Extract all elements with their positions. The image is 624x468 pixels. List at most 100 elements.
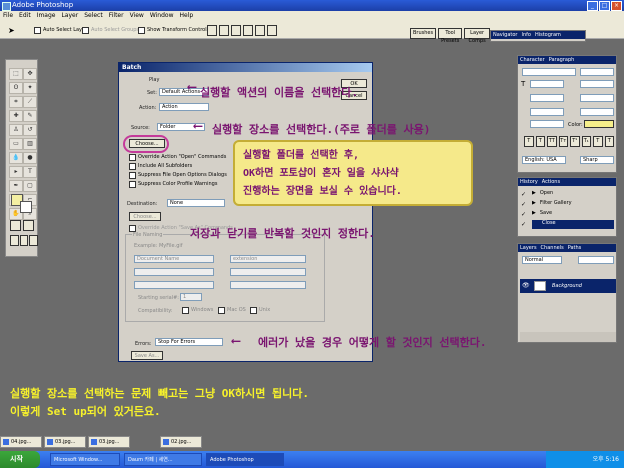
- superscript-icon[interactable]: T¹: [570, 136, 580, 147]
- font-style-select[interactable]: [580, 68, 614, 76]
- kerning-input[interactable]: [530, 94, 564, 102]
- taskbar-item-active[interactable]: Adobe Photoshop: [206, 453, 284, 466]
- standard-mode-icon[interactable]: [10, 220, 21, 231]
- layer-row-background[interactable]: 👁 Background: [520, 279, 616, 293]
- blend-mode-select[interactable]: Normal: [522, 256, 562, 264]
- errors-select[interactable]: Stop For Errors: [155, 338, 223, 346]
- menu-edit[interactable]: Edit: [19, 11, 31, 21]
- tab-layer-comps[interactable]: Layer Comps: [464, 28, 490, 44]
- action-item-filter-gallery[interactable]: ▶ Filter Gallery: [532, 200, 572, 206]
- opacity-input[interactable]: [578, 256, 614, 264]
- small-caps-icon[interactable]: Tт: [558, 136, 568, 147]
- text-color-swatch[interactable]: [584, 120, 614, 128]
- save-as-button[interactable]: Save As...: [131, 351, 163, 360]
- menu-image[interactable]: Image: [37, 11, 56, 21]
- close-button[interactable]: ×: [611, 1, 622, 11]
- show-transform-checkbox[interactable]: Show Transform Controls: [138, 26, 209, 34]
- subscript-icon[interactable]: T₁: [581, 136, 591, 147]
- slice-tool-icon[interactable]: ⟋: [23, 96, 37, 108]
- suppress-color-checkbox[interactable]: Suppress Color Profile Warnings: [129, 180, 217, 188]
- path-select-icon[interactable]: ▸: [9, 166, 23, 178]
- eye-icon[interactable]: 👁: [522, 282, 530, 289]
- align-icon[interactable]: [255, 25, 265, 36]
- menu-help[interactable]: Help: [180, 11, 194, 21]
- faux-italic-icon[interactable]: T: [535, 136, 545, 147]
- menu-view[interactable]: View: [130, 11, 144, 21]
- menu-window[interactable]: Window: [150, 11, 174, 21]
- move-tool-icon[interactable]: ✥: [23, 68, 37, 80]
- background-color-swatch[interactable]: [20, 201, 32, 213]
- strikethrough-icon[interactable]: T: [604, 136, 614, 147]
- destination-select[interactable]: None: [167, 199, 225, 207]
- filename-part-4-select[interactable]: [230, 268, 306, 276]
- all-caps-icon[interactable]: TT: [547, 136, 557, 147]
- tab-histogram[interactable]: Histogram: [535, 31, 561, 39]
- crop-tool-icon[interactable]: ⌗: [9, 96, 23, 108]
- leading-input[interactable]: [580, 80, 614, 88]
- gradient-tool-icon[interactable]: ▥: [23, 138, 37, 150]
- vertical-scale-input[interactable]: [530, 108, 564, 116]
- move-tool-icon[interactable]: ➤: [8, 26, 15, 35]
- auto-select-checkbox[interactable]: Auto Select Layer: [34, 26, 87, 34]
- tab-info[interactable]: Info: [521, 31, 530, 39]
- pen-tool-icon[interactable]: ✒: [9, 180, 23, 192]
- screen-mode-icon[interactable]: [29, 235, 39, 246]
- menu-layer[interactable]: Layer: [61, 11, 78, 21]
- font-family-select[interactable]: [522, 68, 576, 76]
- tab-channels[interactable]: Channels: [541, 244, 564, 252]
- brush-tool-icon[interactable]: ✎: [23, 110, 37, 122]
- starting-serial-input[interactable]: 1: [180, 293, 202, 301]
- align-icon[interactable]: [267, 25, 277, 36]
- menu-file[interactable]: File: [3, 11, 13, 21]
- screen-mode-icon[interactable]: [19, 235, 29, 246]
- tab-paths[interactable]: Paths: [568, 244, 582, 252]
- action-item-close[interactable]: Close: [532, 220, 614, 229]
- filename-part-2-select[interactable]: extension: [230, 255, 306, 263]
- marquee-tool-icon[interactable]: ⬚: [9, 68, 23, 80]
- action-item-save[interactable]: ▶ Save: [532, 210, 552, 216]
- check-icon[interactable]: ✓: [521, 201, 526, 208]
- tab-character[interactable]: Character: [520, 56, 545, 64]
- start-button[interactable]: 시작: [0, 451, 40, 468]
- type-tool-icon[interactable]: T: [23, 166, 37, 178]
- tab-paragraph[interactable]: Paragraph: [549, 56, 575, 64]
- align-icon[interactable]: [243, 25, 253, 36]
- history-brush-icon[interactable]: ↺: [23, 124, 37, 136]
- minimized-doc[interactable]: 03.jpg...: [88, 436, 130, 448]
- maximize-button[interactable]: □: [599, 1, 610, 11]
- magic-wand-icon[interactable]: ✦: [23, 82, 37, 94]
- align-icon[interactable]: [207, 25, 217, 36]
- underline-icon[interactable]: T: [593, 136, 603, 147]
- lasso-tool-icon[interactable]: ʘ: [9, 82, 23, 94]
- dodge-tool-icon[interactable]: ●: [23, 152, 37, 164]
- include-subfolders-checkbox[interactable]: Include All Subfolders: [129, 162, 192, 170]
- minimize-button[interactable]: _: [587, 1, 598, 11]
- eraser-tool-icon[interactable]: ▭: [9, 138, 23, 150]
- minimized-doc[interactable]: 02.jpg...: [160, 436, 202, 448]
- tab-navigator[interactable]: Navigator: [493, 31, 517, 39]
- horizontal-scale-input[interactable]: [580, 108, 614, 116]
- minimized-doc[interactable]: 04.jpg...: [0, 436, 42, 448]
- filename-part-5-select[interactable]: [134, 281, 214, 289]
- tab-layers[interactable]: Layers: [520, 244, 537, 252]
- screen-mode-icon[interactable]: [10, 235, 19, 246]
- taskbar-item[interactable]: Microsoft Window...: [50, 453, 120, 466]
- shape-tool-icon[interactable]: ▢: [23, 180, 37, 192]
- unix-checkbox[interactable]: Unix: [250, 306, 270, 314]
- check-icon[interactable]: ✓: [521, 221, 526, 228]
- language-select[interactable]: English: USA: [522, 156, 566, 164]
- taskbar-item[interactable]: Daum 카페 | 세연...: [124, 453, 202, 466]
- quickmask-mode-icon[interactable]: [23, 220, 34, 231]
- suppress-open-checkbox[interactable]: Suppress File Open Options Dialogs: [129, 171, 227, 179]
- tab-history[interactable]: History: [520, 178, 538, 186]
- filename-part-6-select[interactable]: [230, 281, 306, 289]
- minimized-doc[interactable]: 03.jpg...: [44, 436, 86, 448]
- baseline-shift-input[interactable]: [530, 120, 564, 128]
- override-open-checkbox[interactable]: Override Action "Open" Commands: [129, 153, 226, 161]
- antialias-select[interactable]: Sharp: [580, 156, 614, 164]
- blur-tool-icon[interactable]: 💧: [9, 152, 23, 164]
- menu-select[interactable]: Select: [84, 11, 103, 21]
- action-item-open[interactable]: ▶ Open: [532, 190, 553, 196]
- action-select[interactable]: Action: [159, 103, 209, 111]
- windows-checkbox[interactable]: Windows: [182, 306, 213, 314]
